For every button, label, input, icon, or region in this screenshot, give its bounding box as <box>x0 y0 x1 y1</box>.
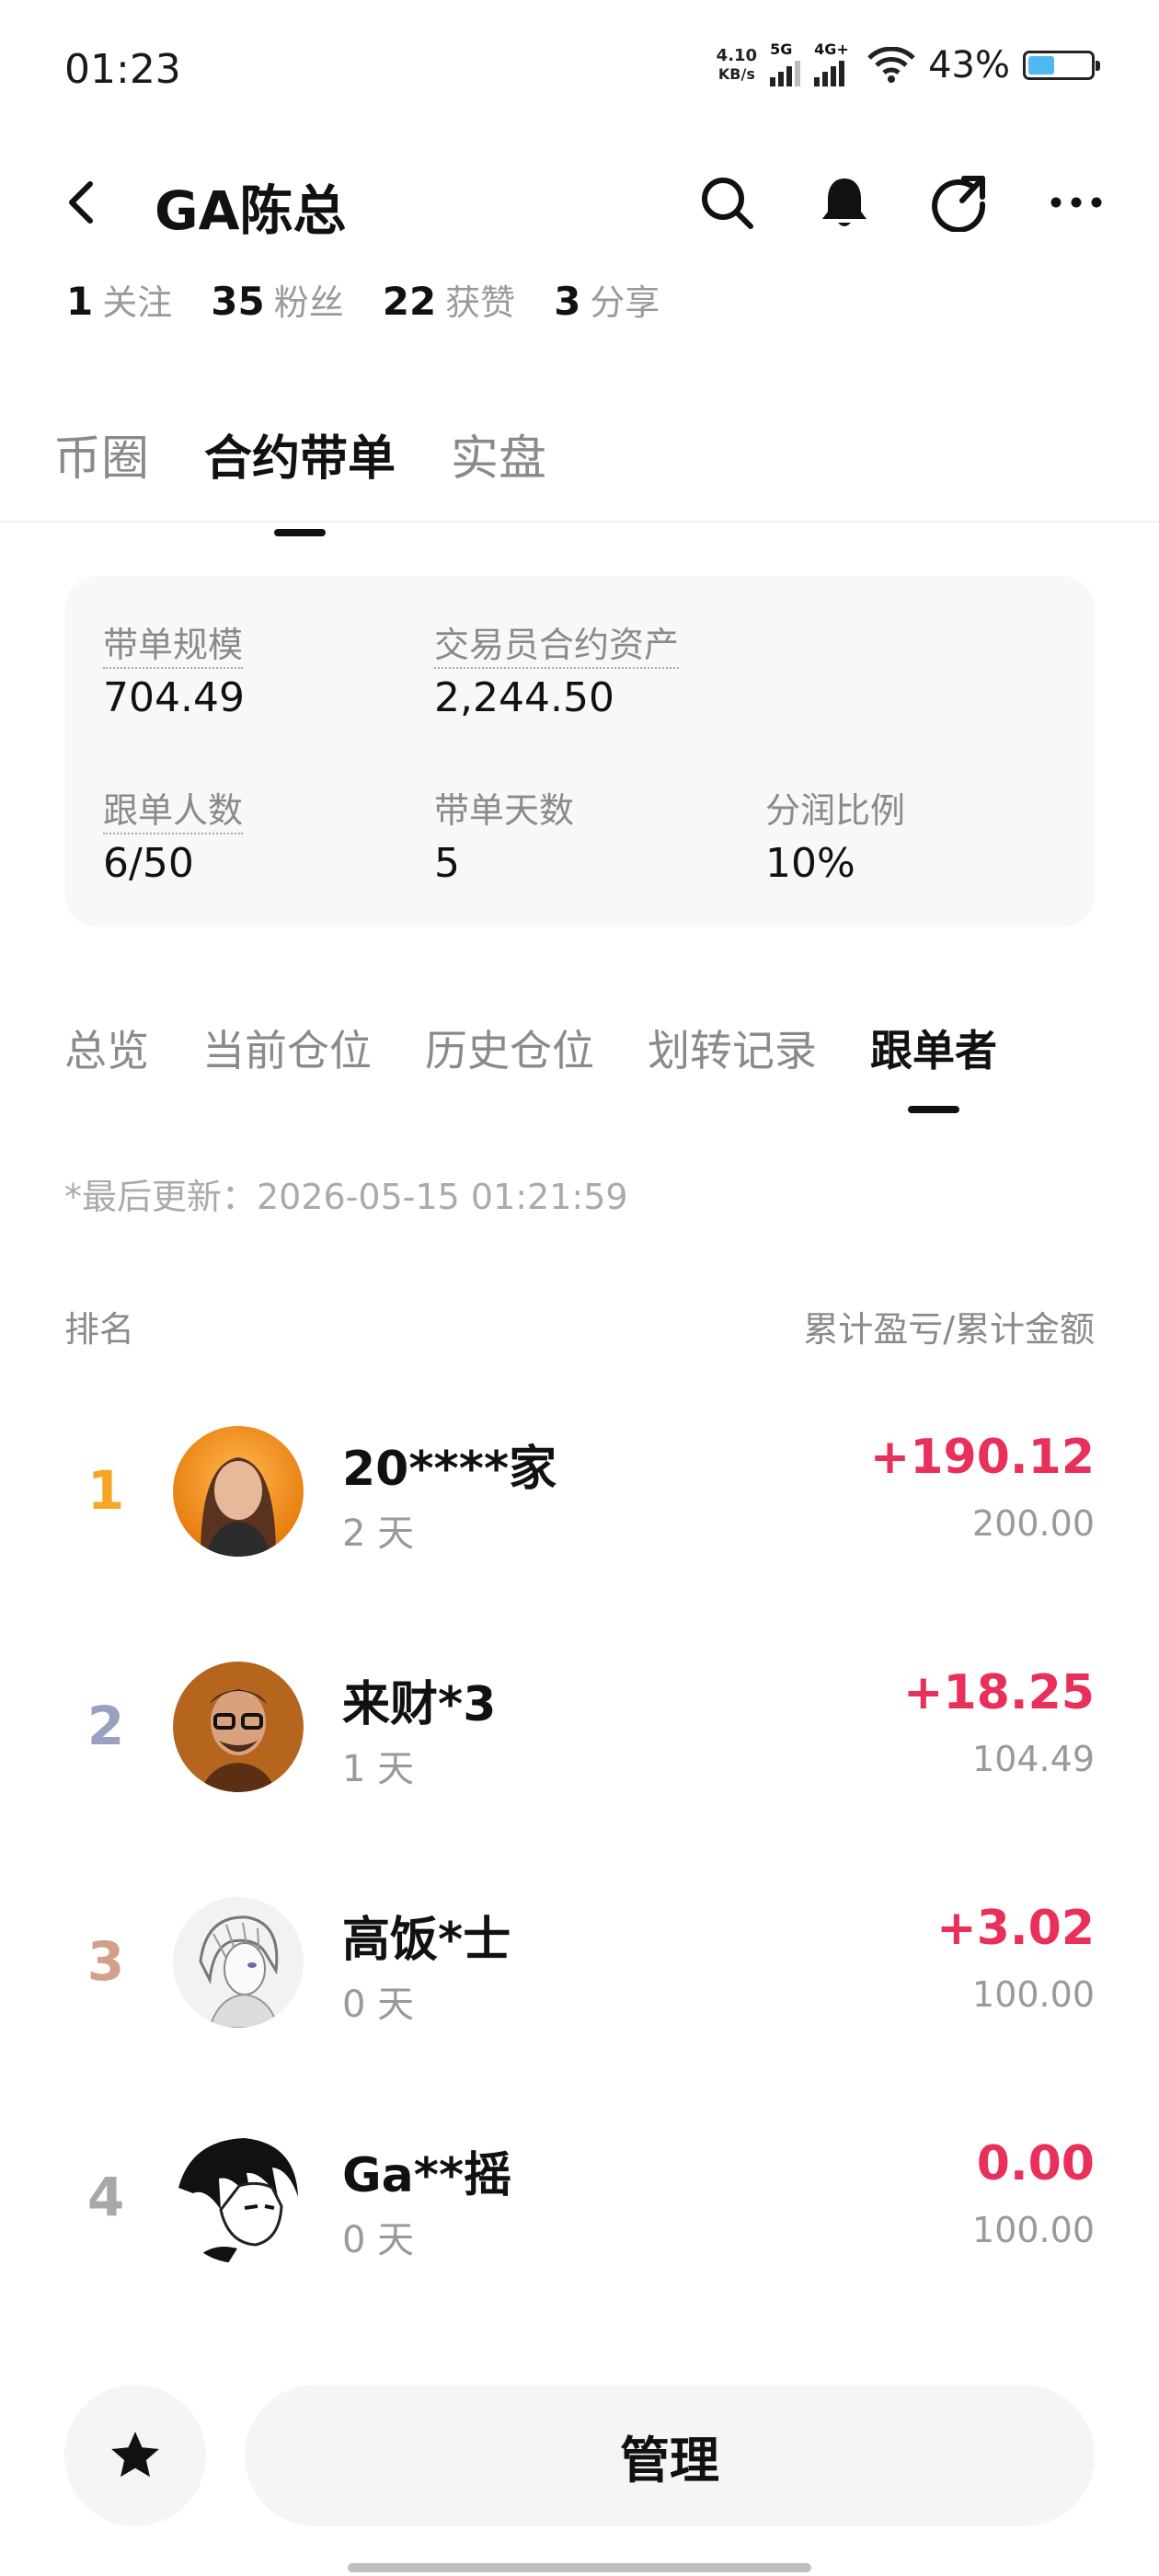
manage-button[interactable]: 管理 <box>245 2385 1095 2526</box>
signal-sim1-icon: 5G <box>770 40 801 86</box>
notification-button[interactable] <box>815 173 874 232</box>
days-label: 带单天数 <box>434 790 575 831</box>
profile-stats: 1 关注 35 粉丝 22 获赞 3 分享 <box>66 274 660 325</box>
rank-number: 3 <box>86 1930 125 1993</box>
net-speed-unit: KB/s <box>717 65 755 83</box>
info-scale: 带单规模 704.49 <box>103 616 245 721</box>
stat-following[interactable]: 1 关注 <box>66 274 172 325</box>
follower-days: 0 天 <box>342 2219 415 2261</box>
stat-shares[interactable]: 3 分享 <box>554 274 660 325</box>
profit-share-label: 分润比例 <box>765 790 906 831</box>
tabs-divider <box>0 521 1159 523</box>
search-icon <box>702 178 753 229</box>
follower-pnl: 0.00 <box>976 2136 1095 2191</box>
signal-sim2-icon: 4G+ <box>814 40 855 86</box>
tab-crypto-circle[interactable]: 币圈 <box>53 420 149 489</box>
assets-value: 2,244.50 <box>434 674 614 721</box>
rank-number: 2 <box>86 1695 125 1757</box>
follower-row[interactable]: 1 20****家 2 天 +190.12 200.00 <box>0 1389 1159 1592</box>
column-header-pnl-amount: 累计盈亏/累计金额 <box>803 1309 1095 1350</box>
network-speed: 4.10 KB/s <box>717 47 757 84</box>
info-profit-share: 分润比例 10% <box>765 782 905 887</box>
follower-name: Ga**摇 <box>342 2148 512 2203</box>
followers-value: 6/50 <box>103 840 194 887</box>
back-button[interactable] <box>53 173 105 232</box>
follower-days: 2 天 <box>342 1512 415 1555</box>
battery-level <box>1028 56 1055 75</box>
follower-row[interactable]: 4 Ga**摇 0 天 0.00 100.00 <box>0 2096 1159 2298</box>
tab-transfer-records[interactable]: 划转记录 <box>648 1018 817 1078</box>
sub-tabs: 总览 当前仓位 历史仓位 划转记录 跟单者 <box>64 1018 997 1113</box>
more-dots-icon <box>1050 197 1102 208</box>
scale-label[interactable]: 带单规模 <box>103 625 244 669</box>
bell-icon <box>822 178 866 226</box>
home-indicator[interactable] <box>348 2563 811 2572</box>
tab-contract-copy-trading[interactable]: 合约带单 <box>204 420 396 536</box>
profit-share-value: 10% <box>765 840 855 887</box>
followers-label[interactable]: 跟单人数 <box>103 790 244 834</box>
tab-history-positions[interactable]: 历史仓位 <box>425 1018 594 1078</box>
follower-name: 高饭*士 <box>342 1913 511 1968</box>
stat-likes[interactable]: 22 获赞 <box>383 274 515 325</box>
share-button[interactable] <box>929 173 988 233</box>
battery-icon <box>1023 51 1100 80</box>
avatar <box>173 2133 304 2263</box>
share-arrow-icon <box>932 176 986 233</box>
tab-current-positions[interactable]: 当前仓位 <box>202 1018 372 1078</box>
days-value: 5 <box>434 840 460 887</box>
follower-row[interactable]: 2 来财*3 1 天 +18.25 104.49 <box>0 1625 1159 1827</box>
star-icon <box>111 2432 159 2478</box>
status-time: 01:23 <box>64 46 181 93</box>
info-followers: 跟单人数 6/50 <box>103 782 244 887</box>
rank-number: 1 <box>86 1459 125 1522</box>
follower-amount: 200.00 <box>972 1503 1095 1544</box>
follower-days: 0 天 <box>342 1984 415 2026</box>
scale-value: 704.49 <box>103 674 245 721</box>
stat-fans[interactable]: 35 粉丝 <box>211 274 343 325</box>
follower-pnl: +190.12 <box>869 1430 1095 1485</box>
rank-number: 4 <box>86 2166 125 2228</box>
follower-pnl: +18.25 <box>902 1665 1095 1720</box>
last-update-text: *最后更新：2026-05-15 01:21:59 <box>64 1177 628 1217</box>
follower-amount: 104.49 <box>972 1739 1095 1779</box>
follower-pnl: +3.02 <box>936 1901 1095 1956</box>
search-button[interactable] <box>697 173 756 232</box>
column-header-rank: 排名 <box>64 1309 135 1350</box>
tab-live-trading[interactable]: 实盘 <box>451 420 546 489</box>
info-days: 带单天数 5 <box>434 782 574 887</box>
main-tabs: 币圈 合约带单 实盘 <box>53 420 546 536</box>
follower-name: 20****家 <box>342 1442 557 1497</box>
chevron-left-icon <box>69 181 93 224</box>
more-button[interactable] <box>1047 173 1106 232</box>
follower-amount: 100.00 <box>972 1974 1095 2015</box>
follower-amount: 100.00 <box>972 2210 1095 2250</box>
assets-label[interactable]: 交易员合约资产 <box>434 625 680 669</box>
status-icons: 4.10 KB/s 5G 4G+ 43% <box>717 40 1100 86</box>
wifi-icon <box>867 47 915 83</box>
tab-overview[interactable]: 总览 <box>64 1018 149 1078</box>
net-speed-value: 4.10 <box>716 46 758 65</box>
battery-percent: 43% <box>928 44 1010 86</box>
avatar <box>173 1662 304 1792</box>
favorite-button[interactable] <box>64 2385 206 2526</box>
tab-followers[interactable]: 跟单者 <box>870 1018 997 1113</box>
avatar <box>173 1426 304 1557</box>
follower-row[interactable]: 3 高饭*士 0 天 +3.02 100.00 <box>0 1860 1159 2063</box>
follower-name: 来财*3 <box>342 1677 497 1732</box>
info-assets: 交易员合约资产 2,244.50 <box>434 616 680 721</box>
page-title: GA陈总 <box>155 179 347 242</box>
trader-info-card: 带单规模 704.49 交易员合约资产 2,244.50 跟单人数 6/50 带… <box>64 576 1095 927</box>
avatar <box>173 1897 304 2028</box>
follower-days: 1 天 <box>342 1748 415 1790</box>
